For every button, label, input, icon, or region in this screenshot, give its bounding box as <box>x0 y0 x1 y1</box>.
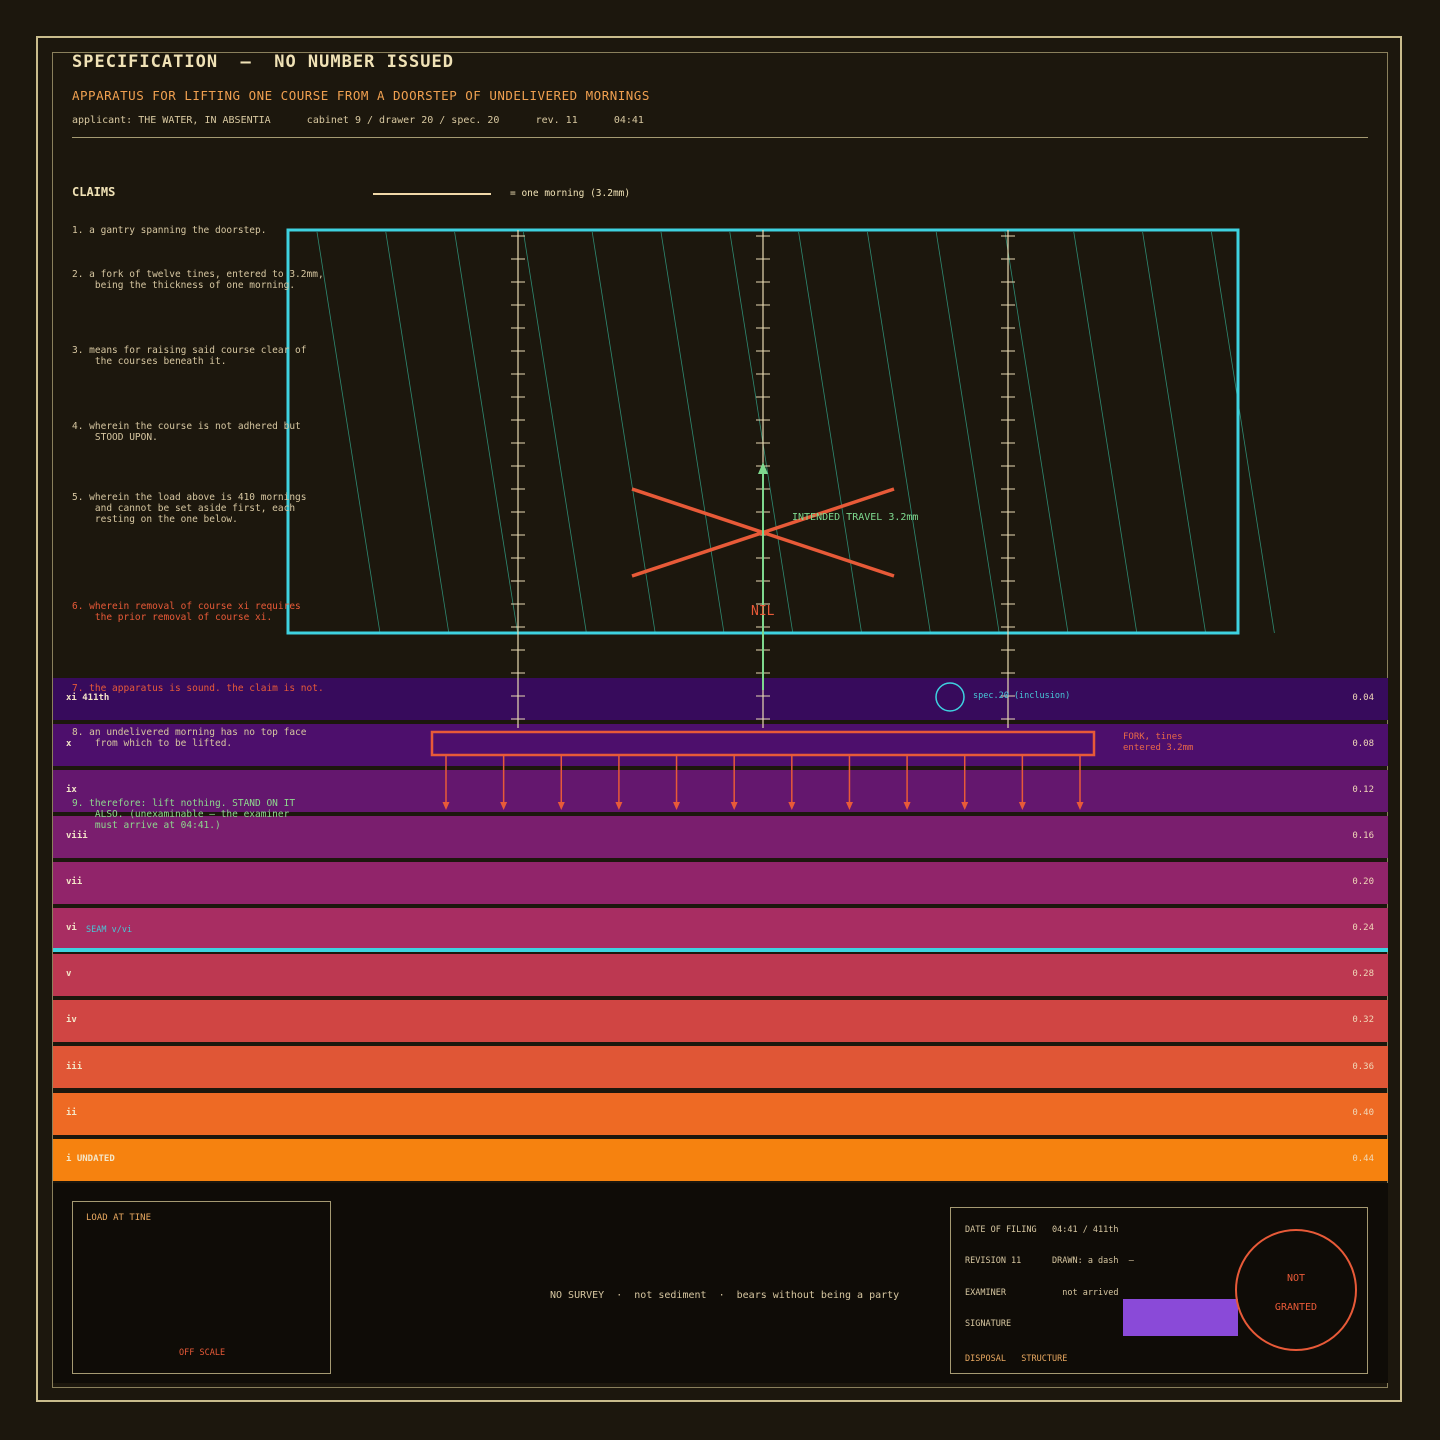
seam-line <box>53 948 1388 952</box>
travel-label: INTENDED TRAVEL 3.2mm <box>792 512 919 523</box>
examiner-line: EXAMINER not arrived <box>965 1288 1119 1298</box>
signature-block <box>1123 1299 1238 1336</box>
fork-tine-tip <box>1018 802 1026 810</box>
hatch-line <box>316 231 381 634</box>
fork-tine-tip <box>730 802 738 810</box>
claim-5: 5. wherein the load above is 410 morning… <box>72 492 307 525</box>
hatch-line <box>1211 231 1275 634</box>
hatch-line <box>454 231 518 634</box>
claim-4: 4. wherein the course is not adhered but… <box>72 421 301 443</box>
sample-label: spec.20 (inclusion) <box>973 691 1071 701</box>
signature-line: SIGNATURE <box>965 1319 1012 1329</box>
fork-tine-tip <box>557 802 565 810</box>
fork-tine-tip <box>903 802 911 810</box>
fork-head <box>430 730 1096 757</box>
fork-tine-tip <box>845 802 853 810</box>
hatch-line <box>660 231 725 634</box>
fork-tine-tip <box>673 802 681 810</box>
disposal-line: DISPOSAL STRUCTURE <box>965 1354 1068 1364</box>
nil-label: NIL <box>751 604 775 619</box>
claim-2: 2. a fork of twelve tines, entered to 3.… <box>72 269 324 291</box>
not-granted-stamp <box>1235 1229 1357 1351</box>
claim-8: 8. an undelivered morning has no top fac… <box>72 727 307 749</box>
fork-tine-tip <box>788 802 796 810</box>
hatch-line <box>1073 231 1138 634</box>
claim-3: 3. means for raising said course clear o… <box>72 345 307 367</box>
hatch-line <box>935 231 1000 634</box>
fork-tine-tip <box>442 802 450 810</box>
fork-label: FORK, tines entered 3.2mm <box>1123 732 1194 753</box>
hatch-line <box>729 231 794 634</box>
fork-tine-tip <box>1076 802 1084 810</box>
stamp-line-2: GRANTED <box>1274 1302 1318 1313</box>
seam-label: SEAM v/vi <box>86 925 133 935</box>
hatch-line <box>867 231 931 634</box>
hatch-line <box>1004 231 1069 634</box>
fork-tine-tip <box>500 802 508 810</box>
inclusion-sample-icon <box>935 682 965 712</box>
revision-line: REVISION 11 DRAWN: a dash — <box>965 1256 1134 1266</box>
hatch-line <box>1142 231 1206 634</box>
stamp-line-1: NOT <box>1286 1273 1306 1284</box>
footer-note: NO SURVEY · not sediment · bears without… <box>550 1290 900 1301</box>
gauge-off-scale: OFF SCALE <box>179 1348 226 1358</box>
hatch-line <box>523 231 587 634</box>
fork-tine-tip <box>961 802 969 810</box>
fork-tines <box>442 755 1084 810</box>
gantry-hatching <box>316 231 1275 634</box>
gauge-title: LOAD AT TINE <box>86 1213 152 1223</box>
claim-1: 1. a gantry spanning the doorstep. <box>72 225 267 236</box>
claim-7: 7. the apparatus is sound. the claim is … <box>72 683 324 694</box>
fork-tine-tip <box>615 802 623 810</box>
claim-9: 9. therefore: lift nothing. STAND ON IT … <box>72 798 296 831</box>
filing-date: DATE OF FILING 04:41 / 411th <box>965 1225 1119 1235</box>
hatch-line <box>798 231 862 634</box>
hatch-line <box>385 231 450 634</box>
claim-6: 6. wherein removal of course xi requires… <box>72 601 301 623</box>
